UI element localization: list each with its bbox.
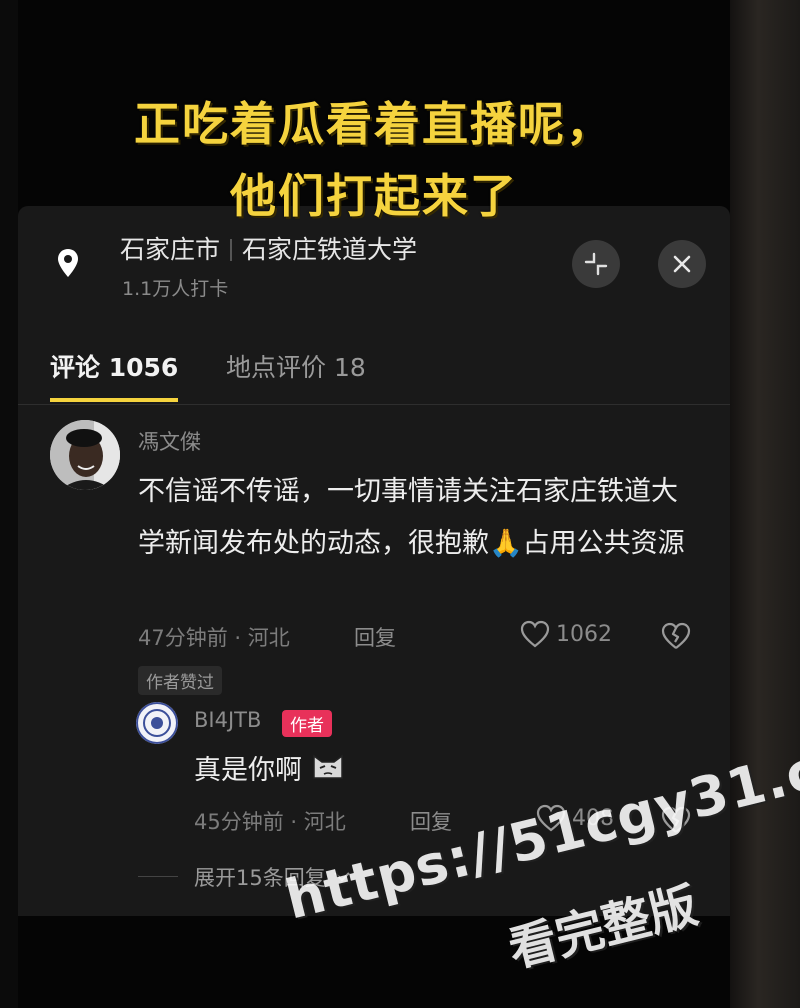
cat-emoji-icon [313,754,343,779]
reply-author[interactable]: BI4JTB [194,708,261,732]
headline-line-1: 正吃着瓜看着直播呢， [134,97,614,151]
reply-text: 真是你啊 [194,755,302,786]
avatar[interactable] [50,420,120,490]
comment-text: 不信谣不传谣，一切事情请关注石家庄铁道大学新闻发布处的动态，很抱歉🙏占用公共资源 [138,476,685,559]
close-icon [673,255,691,273]
author-badge: 作者 [282,710,332,737]
location-place: 石家庄铁道大学 [242,235,418,264]
shrink-button[interactable] [572,240,620,288]
comment-author[interactable]: 馮文傑 [138,426,201,456]
like-count: 1062 [556,621,612,647]
tab-bar: 评论 1056 地点评价 18 [18,336,730,405]
like-button[interactable]: 1062 [520,620,612,648]
heart-icon [520,620,550,648]
close-button[interactable] [658,240,706,288]
checkin-count: 1.1万人打卡 [122,278,229,300]
active-tab-indicator [50,398,178,402]
reply-time-location: 45分钟前 · 河北 [194,810,346,834]
broken-heart-icon[interactable] [661,622,691,650]
shrink-icon [584,252,608,276]
reply-button[interactable]: 回复 [354,622,396,652]
school-emblem-icon [136,702,178,744]
expand-divider [138,876,178,877]
author-liked-badge: 作者赞过 [138,666,222,695]
tab-comments[interactable]: 评论 1056 [50,348,178,384]
reply-avatar[interactable] [136,702,178,744]
user-photo [50,420,120,490]
tab-place-reviews[interactable]: 地点评价 18 [226,348,366,384]
title-divider [230,239,233,261]
comment-time-location: 47分钟前 · 河北 [138,626,290,650]
headline-line-2: 他们打起来了 [230,169,518,223]
location-city: 石家庄市 [120,235,221,264]
location-title[interactable]: 石家庄市 石家庄铁道大学 [120,230,417,266]
location-pin-icon [58,249,78,277]
